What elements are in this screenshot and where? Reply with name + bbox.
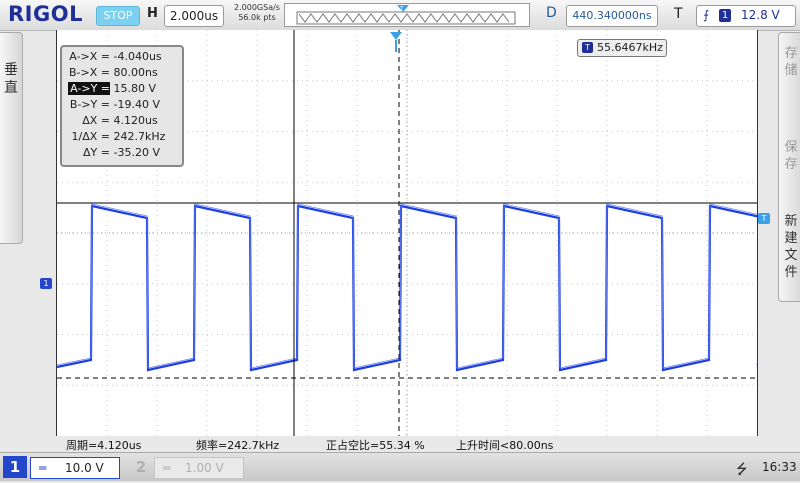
storage-button[interactable]: 存储 [783,45,799,79]
timebase-value[interactable]: 2.000us [164,5,224,27]
cursor-row: B->Y = -19.40 V [69,98,160,111]
cursor-row-selected: A->Y = 15.80 V [68,82,156,95]
ch2-scale: 1.00 V [185,461,224,475]
ch1-scale: 10.0 V [65,461,104,475]
cursor-row: A->X = -4.040us [69,50,162,63]
run-stop-status[interactable]: STOP [96,6,140,26]
trigger-icon: T [582,42,593,53]
measurement-bar: 周期=4.120us 频率=242.7kHz 正占空比=55.34 % 上升时间… [0,436,800,452]
trigger-level: 12.8 V [741,8,780,22]
delay-label: D [546,5,557,21]
trigger-label: T [674,6,683,22]
ch2-button[interactable]: 2 [130,456,152,478]
vertical-menu-tab[interactable]: 垂直 [0,32,23,244]
brand-logo: RIGOL [8,2,83,26]
ch1-button[interactable]: 1 [3,456,27,478]
acquisition-info: 2.000GSa/s 56.0k pts [230,3,284,23]
sample-rate: 2.000GSa/s [234,3,280,12]
usb-icon: ⭍ [736,462,748,478]
clock: 16:33 [762,460,797,474]
duty-cycle-measurement: 正占空比=55.34 % [326,439,425,452]
memory-overview-waveform: T [296,5,516,25]
trigger-settings[interactable]: ⨍ 1 12.8 V [696,5,796,27]
trigger-channel-badge: 1 [719,9,731,22]
rising-edge-icon: ⨍ [703,8,710,22]
horizontal-label: H [147,6,158,21]
cursor-row: B->X = 80.00ns [69,66,158,79]
frequency-counter-value: 55.6467kHz [597,41,663,54]
cursor-row: 1/ΔX = 242.7kHz [71,130,166,143]
frequency-measurement: 频率=242.7kHz [196,439,280,452]
new-file-button[interactable]: 新建文件 [783,213,799,281]
memory-overview: T [284,3,530,27]
ch1-offset-marker[interactable]: 1 [40,278,52,289]
trigger-level-marker[interactable]: T [758,213,770,224]
memory-depth: 56.0k pts [238,13,276,22]
ch2-scale-box[interactable]: ═ 1.00 V [154,457,244,479]
cursor-readout-panel: A->X = -4.040us B->X = 80.00ns A->Y = 15… [60,45,184,167]
cursor-row: ΔY = -35.20 V [83,146,160,159]
channel-footer: 1 ═ 10.0 V 2 ═ 1.00 V ⭍ 16:33 [0,452,800,481]
vertical-menu-label: 垂直 [4,62,18,96]
cursor-row: ΔX = 4.120us [82,114,158,127]
horizontal-delay-value[interactable]: 440.340000ns [566,5,658,27]
trigger-time-marker [390,32,402,40]
save-button[interactable]: 保存 [783,139,799,173]
frequency-counter: T 55.6467kHz [577,39,667,57]
storage-menu: 存储 保存 新建文件 [778,32,800,302]
dc-coupling-icon: ═ [163,461,171,475]
svg-text:T: T [399,6,404,13]
ch1-scale-box[interactable]: ═ 10.0 V [30,457,120,479]
rise-time-measurement: 上升时间<80.00ns [456,439,554,452]
period-measurement: 周期=4.120us [66,439,142,452]
dc-coupling-icon: ═ [39,461,47,475]
